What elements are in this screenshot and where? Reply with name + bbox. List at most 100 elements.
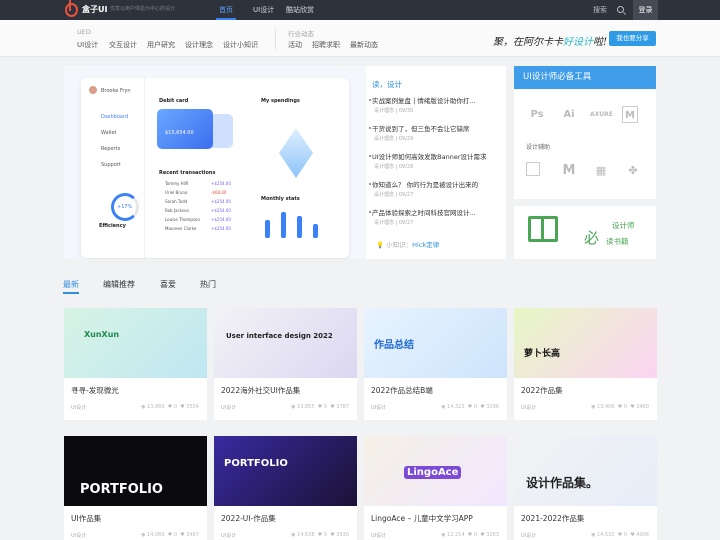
post-stats: ◉ 14,532 ♥ 0 ♥ 4006 [591,532,649,538]
login-button[interactable]: 登录 [633,0,658,20]
post-stars: 3554 [186,404,199,410]
post-card[interactable]: 萝卜长高 2022作品集 UI设计 ◉ 13,406 ♥ 0 ♥ 3460 [514,308,657,420]
post-thumbnail[interactable]: 作品总结 [364,308,507,378]
transaction-amount: +$254.00 [211,208,231,213]
post-title[interactable]: 2022海外社交UI作品集 [221,385,300,396]
post-card[interactable]: 设计作品集。 2021-2022作品集 UI设计 ◉ 14,532 ♥ 0 ♥ … [514,436,657,540]
post-card[interactable]: 作品总结 2022作品总结B端 UI设计 ◉ 14,323 ♥ 0 ♥ 3296 [364,308,507,420]
post-card[interactable]: LingoAce LingoAce – 儿童中文学习APP UI设计 ◉ 12,… [364,436,507,540]
nav-cool-sites[interactable]: 酷站欣赏 [286,0,314,20]
books-ad[interactable]: 设计师 必 读书籍 [514,206,656,259]
mockplus-icon[interactable]: M [622,106,638,123]
post-category[interactable]: UI设计 [71,532,86,539]
group-ued-title: UED [77,28,91,36]
illustrator-icon[interactable]: Ai [558,106,580,123]
news-headline[interactable]: 产品体验探索之时间科技官网设计... [372,207,504,217]
thumbnail-text: XunXun [84,330,120,339]
post-category[interactable]: UI设计 [221,532,236,539]
transaction-amount: +$254.00 [211,181,231,186]
post-title[interactable]: 2022-UI-作品集 [221,513,276,524]
tip-link[interactable]: Hick定律 [412,241,439,249]
subnav-link-research[interactable]: 用户研究 [147,40,175,50]
crop-icon[interactable] [526,162,540,176]
post-category[interactable]: UI设计 [371,404,386,411]
search-icon[interactable] [617,6,624,13]
post-title[interactable]: 2022作品总结B端 [371,385,433,396]
subnav-link-jobs[interactable]: 招聘求职 [312,40,340,50]
subnav-link-concept[interactable]: 设计理念 [185,40,213,50]
news-item[interactable]: UI设计师如何高效发散Banner设计需求 设计理念 | 09/28 [366,151,506,179]
tab-editor-picks[interactable]: 编辑推荐 [103,279,135,290]
post-category[interactable]: UI设计 [371,532,386,539]
post-likes: 0 [623,404,627,410]
post-title[interactable]: 2022作品集 [521,385,563,396]
post-title[interactable]: 2021-2022作品集 [521,513,584,524]
post-card[interactable]: PORTFOLIO 2022-UI-作品集 UI设计 ◉ 14,638 ♥ 0 … [214,436,357,540]
transaction-name: Rob Jackson [165,208,190,213]
color-wheel-icon[interactable]: ✤ [622,162,644,179]
news-item[interactable]: 实战案例复盘 | 情绪版设计助你打... 设计理念 | 09/30 [366,95,506,123]
ad-text-bottom: 读书籍 [606,237,629,246]
post-thumbnail[interactable]: PORTFOLIO [214,436,357,506]
brand-slogan: 优享以用户体验为中心的设计 [110,6,176,12]
grid-icon[interactable]: ▦ [590,162,612,179]
thumbnail-text: User interface design 2022 [226,332,333,340]
post-card[interactable]: User interface design 2022 2022海外社交UI作品集… [214,308,357,420]
tab-hot[interactable]: 热门 [200,279,216,290]
tab-favorites[interactable]: 喜爱 [160,279,176,290]
post-thumbnail[interactable]: LingoAce [364,436,507,506]
news-headline[interactable]: 你知道么？ 你的行为是被设计出来的 [372,179,504,189]
post-card[interactable]: PORTFOLIO UI作品集 UI设计 ◉ 14,060 ♥ 0 ♥ 3467 [64,436,207,540]
post-title[interactable]: 寻寻-发现微光 [71,385,119,396]
logo-icon[interactable] [65,0,78,17]
news-headline[interactable]: UI设计师如何高效发散Banner设计需求 [372,151,504,161]
mockup-m-icon[interactable]: M [558,162,580,179]
post-category[interactable]: UI设计 [521,532,536,539]
news-headline[interactable]: 干货说到了，但三鱼不会让它缺席 [372,123,504,133]
bullet-icon [369,127,371,129]
post-title[interactable]: LingoAce – 儿童中文学习APP [371,513,473,524]
transaction-amount: +$254.00 [211,199,231,204]
post-stars: 3460 [636,404,649,410]
post-thumbnail[interactable]: User interface design 2022 [214,308,357,378]
subnav-link-ui[interactable]: UI设计 [77,40,98,50]
photoshop-icon[interactable]: Ps [526,106,548,123]
brand-name[interactable]: 盒子UI [82,4,107,15]
nav-ui-design[interactable]: UI设计 [253,0,274,20]
news-item[interactable]: 产品体验探索之时间科技官网设计... 设计理念 | 09/27 [366,207,506,235]
heart-icon: ♥ [617,404,623,410]
post-stats: ◉ 13,406 ♥ 0 ♥ 3460 [591,404,649,410]
subnav-link-events[interactable]: 活动 [288,40,302,50]
subnav-link-interaction[interactable]: 交互设计 [109,40,137,50]
post-views: 13,860 [147,404,165,410]
share-button[interactable]: 我也要分享 [609,31,656,46]
post-thumbnail[interactable]: 萝卜长高 [514,308,657,378]
nav-home[interactable]: 首页 [216,0,236,20]
subnav-link-news[interactable]: 最新动态 [350,40,378,50]
efficiency-percent: +17% [117,204,133,210]
post-thumbnail[interactable]: 设计作品集。 [514,436,657,506]
group-industry-title: 行业动态 [288,30,314,38]
tab-latest[interactable]: 最新 [63,279,79,294]
news-item[interactable]: 你知道么？ 你的行为是被设计出来的 设计理念 | 09/27 [366,179,506,207]
post-category[interactable]: UI设计 [521,404,536,411]
eye-icon: ◉ [591,404,596,410]
news-item[interactable]: 干货说到了，但三鱼不会让它缺席 设计理念 | 09/29 [366,123,506,151]
thumbnail-text: 设计作品集。 [526,476,599,490]
dashboard-menu: Reports [101,146,121,152]
eye-icon: ◉ [441,404,446,410]
news-meta: 设计理念 | 09/29 [374,136,414,142]
subnav-link-tips[interactable]: 设计小知识 [223,40,258,50]
search-label[interactable]: 搜索 [593,0,607,20]
post-title[interactable]: UI作品集 [71,513,101,524]
news-headline[interactable]: 实战案例复盘 | 情绪版设计助你打... [372,95,504,105]
news-list: 读，设计 实战案例复盘 | 情绪版设计助你打... 设计理念 | 09/30 干… [366,66,506,259]
axure-icon[interactable]: AXURE [590,106,613,123]
post-thumbnail[interactable]: XunXun [64,308,207,378]
post-thumbnail[interactable]: PORTFOLIO [64,436,207,506]
post-card[interactable]: XunXun 寻寻-发现微光 UI设计 ◉ 13,860 ♥ 0 ♥ 3554 [64,308,207,420]
post-category[interactable]: UI设计 [71,404,86,411]
hero-banner[interactable]: Brooke Fryn Dashboard Wallet Reports Sup… [64,66,366,259]
top-bar: 盒子UI 优享以用户体验为中心的设计 首页 UI设计 酷站欣赏 搜索 登录 [0,0,720,20]
post-category[interactable]: UI设计 [221,404,236,411]
